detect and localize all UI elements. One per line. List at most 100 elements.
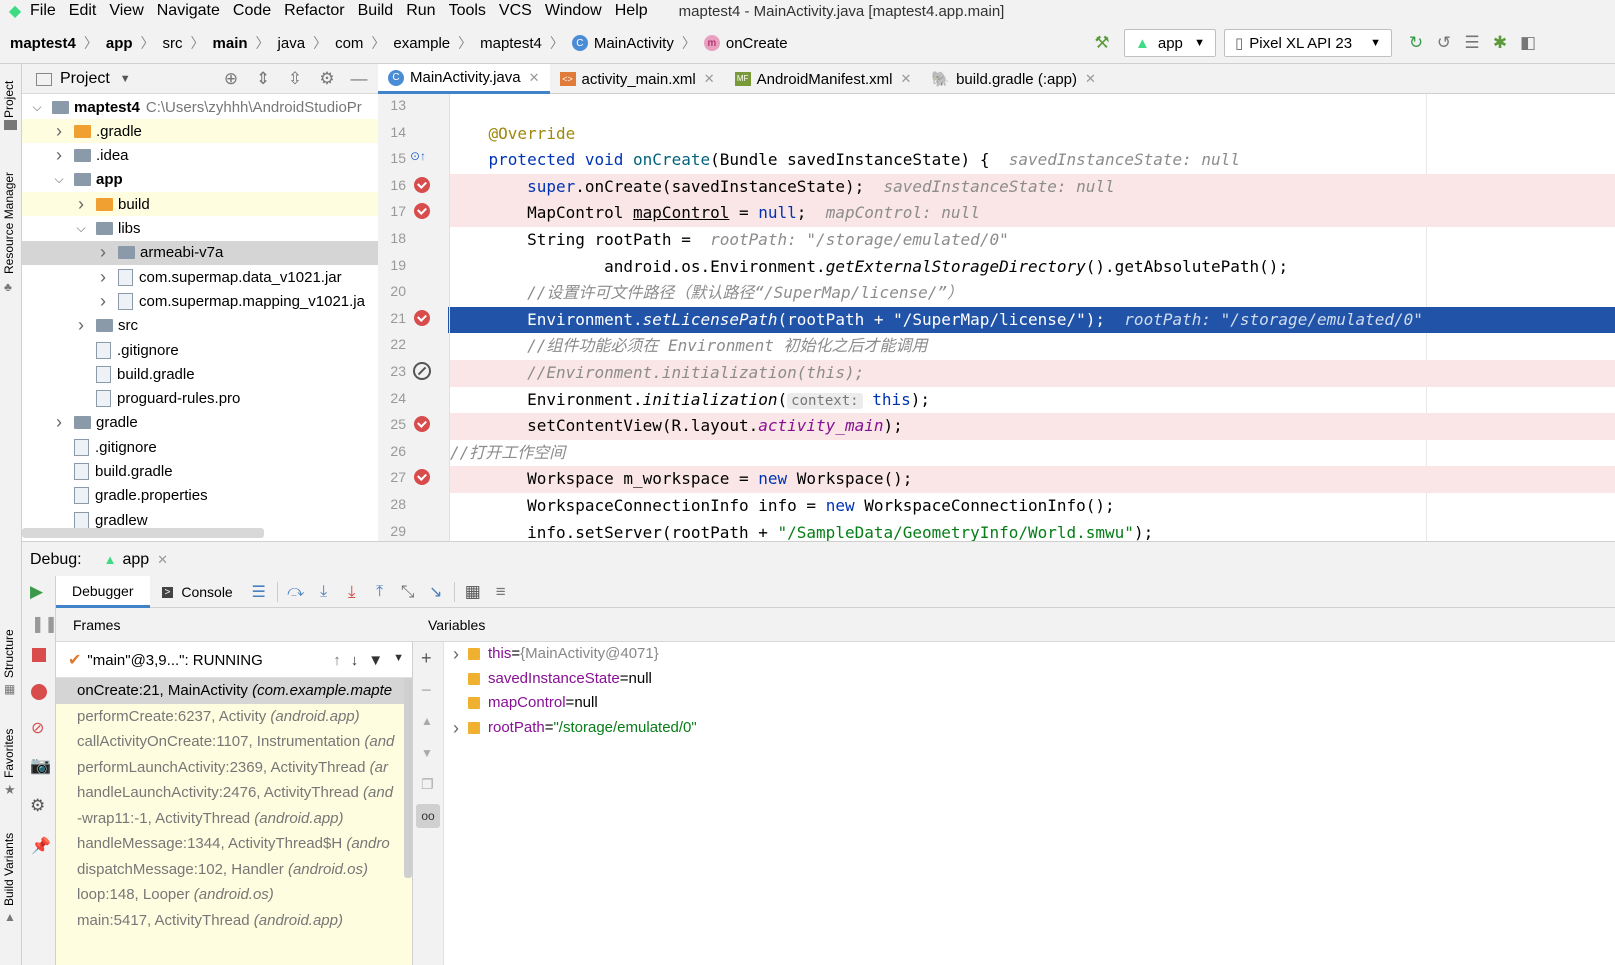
chevron-right-icon[interactable]: ›	[96, 291, 110, 312]
tab-androidmanifest-xml[interactable]: MF AndroidManifest.xml ✕	[725, 64, 922, 94]
chevron-right-icon[interactable]: ›	[52, 412, 66, 433]
menu-refactor[interactable]: Refactor	[284, 2, 344, 20]
gear-icon[interactable]: ⚙	[30, 796, 45, 816]
debug-bug-icon[interactable]: ✱	[1486, 33, 1514, 53]
breadcrumb-item[interactable]: main	[213, 35, 248, 52]
horizontal-scrollbar[interactable]	[22, 528, 264, 538]
view-breakpoints-icon[interactable]	[31, 684, 47, 700]
gear-icon[interactable]: ⚙	[316, 69, 338, 89]
move-up-icon[interactable]: ▲	[421, 714, 433, 728]
tree-item[interactable]: gradle.properties	[22, 484, 378, 508]
mute-breakpoints-icon[interactable]: ⊘	[31, 718, 44, 738]
run-to-cursor-icon[interactable]: ↘	[422, 582, 450, 602]
variable-row[interactable]: › rootPath = "/storage/emulated/0"	[444, 716, 697, 741]
tree-item[interactable]: › com.supermap.data_v1021.jar	[22, 265, 378, 289]
hammer-icon[interactable]: ⚒	[1088, 33, 1116, 53]
step-out-icon[interactable]: ⤒	[366, 583, 394, 601]
step-into-icon[interactable]: ⤓	[310, 583, 338, 601]
filter-icon[interactable]: ▼	[368, 652, 383, 669]
tab-mainactivity-java[interactable]: C MainActivity.java ✕	[378, 64, 550, 94]
resource-manager-button[interactable]: Resource Manager	[2, 172, 16, 274]
code-editor[interactable]: @Override protected void onCreate(Bundle…	[450, 94, 1615, 541]
menu-tools[interactable]: Tools	[449, 2, 486, 20]
build-variants-button[interactable]: Build Variants	[2, 833, 16, 906]
chevron-right-icon[interactable]: ›	[96, 242, 110, 263]
project-view-label[interactable]: Project	[60, 70, 110, 88]
variable-row[interactable]: savedInstanceState = null	[444, 667, 652, 692]
chevron-right-icon[interactable]: ›	[444, 716, 468, 741]
pin-icon[interactable]: 📌	[31, 836, 51, 856]
chevron-down-icon[interactable]: ▼	[393, 652, 404, 669]
arrow-up-icon[interactable]: ↑	[333, 652, 341, 669]
close-icon[interactable]: ✕	[901, 71, 912, 87]
frame-item[interactable]: performLaunchActivity:2369, ActivityThre…	[56, 755, 412, 781]
force-step-into-icon[interactable]: ⤓	[338, 582, 366, 602]
breadcrumb-item[interactable]: maptest4	[480, 35, 542, 52]
glasses-icon[interactable]: oo	[416, 804, 440, 828]
arrow-down-icon[interactable]: ↓	[351, 652, 359, 669]
tree-item[interactable]: › gradle	[22, 411, 378, 435]
chevron-right-icon[interactable]: ›	[74, 194, 88, 215]
move-down-icon[interactable]: ▼	[421, 746, 433, 760]
tree-item[interactable]: ⌵ libs	[22, 217, 378, 241]
apply-changes-restart-icon[interactable]: ↻	[1402, 33, 1430, 53]
breakpoint-icon[interactable]	[414, 176, 430, 193]
menu-code[interactable]: Code	[233, 2, 271, 20]
resume-program-icon[interactable]: ▶	[30, 582, 43, 602]
tree-item[interactable]: ⌵ app	[22, 168, 378, 192]
chevron-right-icon[interactable]: ›	[74, 315, 88, 336]
breadcrumb-item[interactable]: example	[393, 35, 450, 52]
breadcrumb-item[interactable]: com	[335, 35, 363, 52]
frame-item[interactable]: dispatchMessage:102, Handler (android.os…	[56, 857, 412, 883]
chevron-right-icon[interactable]: ›	[444, 642, 468, 667]
thread-selector[interactable]: ✔ "main"@3,9...": RUNNING ↑ ↓ ▼ ▼	[56, 642, 412, 678]
menu-view[interactable]: View	[109, 2, 143, 20]
menu-build[interactable]: Build	[358, 2, 394, 20]
breadcrumb-item[interactable]: MainActivity	[594, 35, 674, 52]
step-over-icon[interactable]: ⤼	[282, 583, 310, 601]
variable-row[interactable]: › this = {MainActivity@4071}	[444, 642, 659, 667]
editor-gutter[interactable]: 13 14 15 ⊙↑ 16 17 18 19 20 21 22 23 24 25 26 27 28 29	[378, 94, 450, 541]
chevron-down-icon[interactable]: ⌵	[30, 100, 44, 115]
tree-item[interactable]: ⌵ maptest4 C:\Users\zyhhh\AndroidStudioPr	[22, 95, 378, 119]
frame-item[interactable]: callActivityOnCreate:1107, Instrumentati…	[56, 729, 412, 755]
tree-item[interactable]: build.gradle	[22, 460, 378, 484]
tree-item[interactable]: › .gradle	[22, 119, 378, 144]
copy-icon[interactable]: ❐	[421, 776, 434, 793]
frame-item[interactable]: handleLaunchActivity:2476, ActivityThrea…	[56, 780, 412, 806]
evaluate-expression-icon[interactable]: ▦	[459, 582, 487, 602]
collapse-all-icon[interactable]: ⇳	[284, 69, 306, 89]
close-icon[interactable]: ✕	[157, 552, 168, 568]
expand-all-icon[interactable]: ⇕	[252, 69, 274, 89]
vertical-scrollbar[interactable]	[404, 678, 412, 878]
tree-item[interactable]: .gitignore	[22, 338, 378, 362]
remove-watch-icon[interactable]: −	[421, 680, 432, 701]
tree-item[interactable]: › src	[22, 314, 378, 338]
tree-item[interactable]: build.gradle	[22, 362, 378, 386]
add-watch-icon[interactable]: +	[421, 648, 432, 669]
chevron-down-icon[interactable]: ⌵	[74, 221, 88, 236]
tree-item[interactable]: › com.supermap.mapping_v1021.ja	[22, 289, 378, 313]
chevron-down-icon[interactable]: ⌵	[52, 172, 66, 187]
frame-item[interactable]: main:5417, ActivityThread (android.app)	[56, 908, 412, 934]
tree-item[interactable]: proguard-rules.pro	[22, 387, 378, 411]
camera-icon[interactable]: 📷	[30, 756, 51, 776]
menu-vcs[interactable]: VCS	[499, 2, 532, 20]
frame-item[interactable]: loop:148, Looper (android.os)	[56, 882, 412, 908]
frame-item[interactable]: onCreate:21, MainActivity (com.example.m…	[56, 678, 412, 704]
menu-help[interactable]: Help	[615, 2, 648, 20]
chevron-right-icon[interactable]: ›	[52, 121, 66, 142]
menu-edit[interactable]: Edit	[69, 2, 97, 20]
breadcrumb-item[interactable]: src	[163, 35, 183, 52]
menu-navigate[interactable]: Navigate	[157, 2, 220, 20]
tree-item[interactable]: › .idea	[22, 144, 378, 168]
frame-item[interactable]: handleMessage:1344, ActivityThread$H (an…	[56, 831, 412, 857]
tree-item[interactable]: › armeabi-v7a	[22, 240, 378, 265]
breadcrumb-item[interactable]: app	[106, 35, 133, 52]
breadcrumb-item[interactable]: java	[278, 35, 306, 52]
apply-code-changes-icon[interactable]: ↺	[1430, 33, 1458, 53]
breakpoint-icon[interactable]	[414, 203, 430, 220]
pause-program-icon[interactable]: ❚❚	[31, 614, 58, 634]
disabled-breakpoint-icon[interactable]	[413, 362, 431, 380]
show-execution-point-icon[interactable]: ☰	[245, 582, 273, 602]
